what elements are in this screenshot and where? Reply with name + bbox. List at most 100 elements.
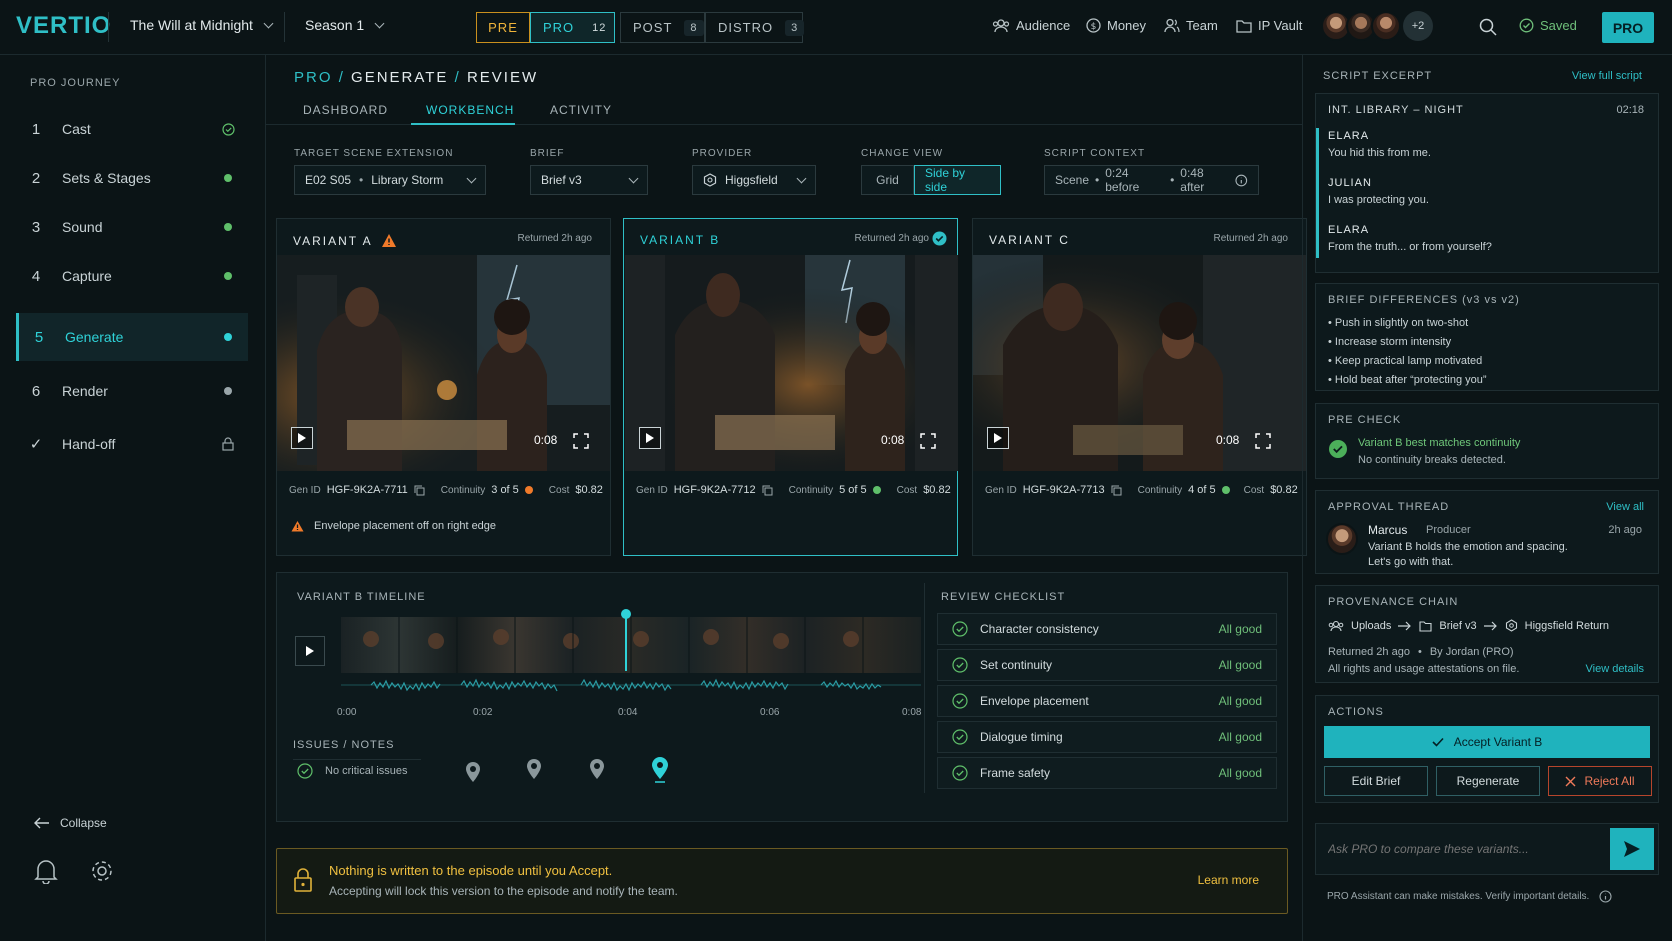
breadcrumb-pro[interactable]: PRO: [294, 69, 333, 86]
provider-label: PROVIDER: [692, 148, 753, 159]
pro-button[interactable]: PRO: [1602, 12, 1654, 43]
play-button[interactable]: [639, 427, 661, 449]
copy-icon[interactable]: [1111, 485, 1122, 496]
project-dropdown[interactable]: The Will at Midnight: [130, 17, 274, 33]
checklist-item[interactable]: Frame safety All good: [937, 757, 1277, 789]
marker-pin-active-icon[interactable]: [651, 757, 669, 783]
marker-pin-icon[interactable]: [465, 761, 481, 783]
avatar[interactable]: [1326, 523, 1358, 555]
accept-variant-button[interactable]: Accept Variant B: [1324, 726, 1650, 758]
timeline-play-button[interactable]: [295, 636, 325, 666]
checklist-item[interactable]: Envelope placement All good: [937, 685, 1277, 717]
info-icon[interactable]: [1599, 890, 1612, 903]
script-title: SCRIPT EXCERPT: [1323, 70, 1433, 82]
collapse-button[interactable]: Collapse: [34, 816, 107, 830]
nav-money[interactable]: $ Money: [1086, 18, 1146, 33]
scene-select[interactable]: E02 S05 • Library Storm: [294, 165, 486, 195]
sidebar-item-sets[interactable]: 2 Sets & Stages: [16, 154, 248, 202]
marker-pin-icon[interactable]: [589, 758, 605, 780]
season-name: Season 1: [305, 17, 365, 33]
checklist-item[interactable]: Dialogue timing All good: [937, 721, 1277, 753]
gear-icon[interactable]: [90, 859, 114, 883]
variant-meta: Gen ID HGF-9K2A-7711 Continuity 3 of 5 Cos…: [289, 484, 603, 496]
lock-icon: [222, 437, 234, 451]
team-avatars[interactable]: +2: [1321, 11, 1433, 41]
continuity-label: Continuity: [1137, 484, 1183, 496]
brief-diff-list: • Push in slightly on two-shot • Increas…: [1328, 314, 1487, 390]
copy-icon[interactable]: [762, 485, 773, 496]
play-button[interactable]: [987, 427, 1009, 449]
pre-check: PRE CHECK Variant B best matches continu…: [1315, 403, 1659, 479]
cost-value: $0.82: [1270, 484, 1298, 496]
warning-text: Envelope placement off on right edge: [314, 520, 497, 532]
phase-distro[interactable]: DISTRO 3: [705, 12, 805, 43]
assistant-disclaimer: PRO Assistant can make mistakes. Verify …: [1327, 890, 1612, 903]
fullscreen-icon[interactable]: [920, 433, 936, 449]
variant-card-b[interactable]: VARIANT B Returned 2h ago 0:08 Gen ID HG…: [623, 218, 958, 556]
sidebar-item-handoff[interactable]: ✓ Hand-off: [16, 420, 248, 468]
phase-post[interactable]: POST 8: [620, 12, 705, 43]
sidebar-item-capture[interactable]: 4 Capture: [16, 252, 248, 300]
marker-pin-icon[interactable]: [526, 758, 542, 780]
phase-pro[interactable]: PRO 12: [530, 12, 615, 43]
checklist-status: All good: [1218, 766, 1262, 780]
breadcrumb-generate[interactable]: GENERATE: [351, 69, 448, 86]
assistant-input[interactable]: [1328, 838, 1588, 860]
view-details-link[interactable]: View details: [1586, 663, 1645, 675]
nav-label: Audience: [1016, 18, 1071, 33]
tab-activity[interactable]: ACTIVITY: [550, 103, 612, 117]
sidebar-item-render[interactable]: 6 Render: [16, 367, 248, 415]
reject-all-button[interactable]: Reject All: [1548, 766, 1652, 796]
playhead[interactable]: [621, 609, 632, 671]
provenance-rights: All rights and usage attestations on fil…: [1328, 663, 1520, 675]
view-all-link[interactable]: View all: [1606, 501, 1644, 513]
nav-team[interactable]: Team: [1164, 18, 1218, 33]
tab-dashboard[interactable]: DASHBOARD: [303, 103, 388, 117]
nav-ipvault[interactable]: IP Vault: [1236, 18, 1302, 33]
search-icon[interactable]: [1478, 17, 1498, 37]
provider-select[interactable]: Higgsfield: [692, 165, 816, 195]
step-number: 4: [31, 267, 41, 285]
checklist-item[interactable]: Character consistency All good: [937, 613, 1277, 645]
provenance-meta: Returned 2h ago • By Jordan (PRO): [1328, 646, 1514, 658]
checklist-item[interactable]: Set continuity All good: [937, 649, 1277, 681]
learn-more-link[interactable]: Learn more: [1198, 873, 1259, 887]
view-grid-button[interactable]: Grid: [861, 165, 914, 195]
provenance-by: By Jordan (PRO): [1429, 646, 1514, 658]
cost-label: Cost: [548, 484, 570, 496]
fullscreen-icon[interactable]: [1255, 433, 1271, 449]
accept-banner: Nothing is written to the episode until …: [276, 848, 1288, 914]
script-context-box[interactable]: Scene • 0:24 before • 0:48 after: [1044, 165, 1259, 195]
sidebar-item-cast[interactable]: 1 Cast: [16, 105, 248, 153]
checklist-status: All good: [1218, 694, 1262, 708]
logo[interactable]: VERTIO: [16, 12, 111, 40]
check-circle-icon: [952, 657, 968, 673]
cost-label: Cost: [896, 484, 918, 496]
season-dropdown[interactable]: Season 1: [305, 17, 385, 33]
edit-brief-button[interactable]: Edit Brief: [1324, 766, 1428, 796]
frame-strip[interactable]: [341, 617, 921, 673]
video-thumbnail[interactable]: 0:08: [277, 255, 610, 471]
regenerate-button[interactable]: Regenerate: [1436, 766, 1540, 796]
copy-icon[interactable]: [414, 485, 425, 496]
video-thumbnail[interactable]: 0:08: [973, 255, 1306, 471]
sidebar-item-sound[interactable]: 3 Sound: [16, 203, 248, 251]
info-icon[interactable]: [1235, 174, 1248, 187]
tab-workbench[interactable]: WORKBENCH: [426, 103, 514, 117]
view-full-script-link[interactable]: View full script: [1572, 70, 1642, 82]
phase-pre[interactable]: PRE: [476, 12, 530, 43]
play-button[interactable]: [291, 427, 313, 449]
more-avatars-badge[interactable]: +2: [1403, 11, 1433, 41]
variant-card-a[interactable]: VARIANT A Returned 2h ago 0:08 Gen ID HG…: [276, 218, 611, 556]
view-side-button[interactable]: Side by side: [914, 165, 1001, 195]
nav-audience[interactable]: Audience: [992, 18, 1070, 33]
sidebar-item-generate[interactable]: 5 Generate: [16, 313, 248, 361]
send-button[interactable]: [1610, 828, 1654, 870]
variant-card-c[interactable]: VARIANT C Returned 2h ago 0:08 Gen ID HGF…: [972, 218, 1307, 556]
fullscreen-icon[interactable]: [573, 433, 589, 449]
video-thumbnail[interactable]: 0:08: [625, 255, 958, 471]
bell-icon[interactable]: [34, 858, 58, 884]
variant-title: VARIANT B: [640, 233, 720, 247]
brief-select[interactable]: Brief v3: [530, 165, 648, 195]
avatar[interactable]: [1371, 11, 1401, 41]
